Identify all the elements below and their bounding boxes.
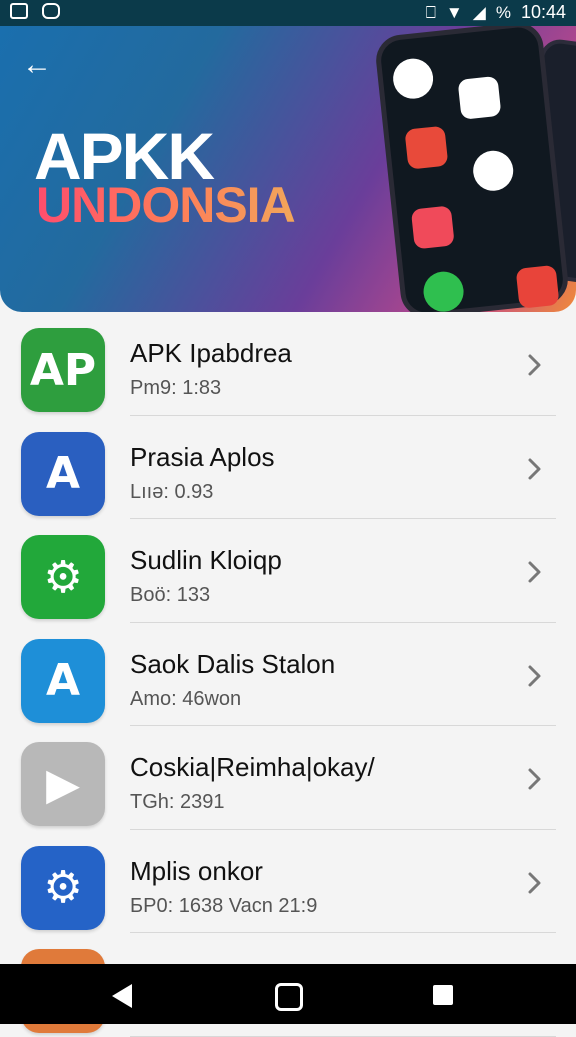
- hero-banner: ← APKK UNDONSIA: [0, 26, 576, 312]
- a-triangle-icon: A: [21, 638, 105, 723]
- settings-gear-icon: ⚙: [21, 845, 105, 930]
- clock: 10:44: [520, 2, 566, 22]
- app-meta: Pm9: 1:83: [130, 377, 222, 399]
- status-bar: ⎕ ▼ ◢ % 10:44: [0, 0, 576, 26]
- navigation-bar: [0, 964, 576, 1024]
- green-gear-icon: ⚙: [21, 535, 105, 619]
- app-meta: БP0: 1638 Vacn 21:9: [130, 894, 318, 917]
- app-notification-icon: [42, 3, 60, 19]
- red-app-icon: [404, 125, 449, 170]
- app-list-item[interactable]: A Saok Dalis Stalon Amo: 46won: [0, 623, 576, 726]
- app-meta: Boö: 133: [130, 584, 211, 606]
- wifi-icon: ▼: [445, 2, 463, 22]
- app-meta: TGh: 2391: [130, 791, 225, 813]
- chrome-icon: [391, 56, 436, 101]
- chevron-right-icon[interactable]: [522, 559, 548, 585]
- home-square-icon[interactable]: [275, 983, 303, 1011]
- app-list-item[interactable]: ⚙ Mplis onkor БP0: 1638 Vacn 21:9: [0, 830, 576, 933]
- app-list-item[interactable]: ⚙ Sudlin Kloiqp Boö: 133: [0, 519, 576, 623]
- app-icon-glyph: A: [45, 655, 81, 706]
- battery-icon: %: [495, 2, 511, 22]
- phone-illustration: [373, 26, 571, 312]
- ap-logo-icon: AP: [21, 328, 105, 412]
- back-arrow-icon[interactable]: ←: [22, 50, 52, 80]
- app-list-item[interactable]: AP APK Ipabdrea Pm9: 1:83: [0, 312, 576, 416]
- app-list-item[interactable]: ▶ Coskia|Reimha|okay/TGh: 2391: [0, 726, 576, 830]
- arrows-app-icon: [410, 205, 455, 250]
- app-list: AP APK Ipabdrea Pm9: 1:83 A Prasia Aplos Lııə…: [0, 312, 576, 1037]
- banner-subtitle: UNDONSIA: [36, 177, 296, 233]
- app-icon-glyph: ⚙: [43, 862, 83, 913]
- app-name: APK Ipabdrea: [130, 338, 292, 368]
- recents-square-icon[interactable]: [433, 985, 453, 1005]
- ar-app-icon: [471, 148, 516, 193]
- app-name: Mplis onkor: [130, 855, 263, 886]
- app-icon-glyph: ⚙: [43, 551, 83, 603]
- app-meta: Lııə: 0.93: [130, 480, 214, 503]
- app-name: Saok Dalis Stalon: [130, 648, 336, 679]
- app-name: Prasia Aplos: [130, 441, 275, 472]
- app-icon-glyph: AP: [29, 344, 97, 396]
- app-list-item[interactable]: A Prasia Aplos Lııə: 0.93: [0, 416, 576, 519]
- play-store-icon: ▶: [21, 742, 105, 826]
- divider: [130, 1035, 556, 1037]
- music-icon: [515, 264, 560, 309]
- chevron-right-icon[interactable]: [522, 766, 548, 792]
- app-meta: Amo: 46won: [130, 687, 242, 710]
- a-logo-icon: A: [21, 431, 105, 516]
- app-icon-glyph: ▶: [46, 758, 80, 810]
- signal-icon: ◢: [472, 2, 486, 22]
- chevron-right-icon[interactable]: [522, 456, 548, 482]
- vibrate-icon: ⎕: [425, 2, 436, 22]
- chevron-right-icon[interactable]: [522, 352, 548, 378]
- phone-call-icon: [421, 269, 466, 312]
- chevron-right-icon[interactable]: [522, 663, 548, 689]
- app-name: Coskia|Reimha|okay/: [130, 752, 375, 782]
- app-name: Sudlin Kloiqp: [130, 545, 282, 575]
- app-icon-glyph: A: [45, 448, 81, 499]
- chevron-right-icon[interactable]: [522, 870, 548, 896]
- back-triangle-icon[interactable]: [112, 984, 132, 1008]
- image-notification-icon: [10, 3, 28, 19]
- photos-icon: [457, 75, 502, 120]
